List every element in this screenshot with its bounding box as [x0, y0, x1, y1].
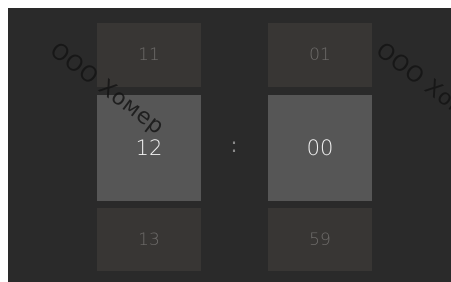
- hour-option-next-label: 13: [138, 229, 160, 250]
- hour-option-selected[interactable]: 12: [97, 95, 201, 201]
- minute-option-next[interactable]: 59: [268, 208, 372, 271]
- hour-option-previous-label: 11: [138, 45, 160, 65]
- minute-option-previous[interactable]: 01: [268, 23, 372, 87]
- time-separator: :: [230, 133, 238, 157]
- hour-option-previous[interactable]: 11: [97, 23, 201, 87]
- minute-option-previous-label: 01: [309, 45, 331, 65]
- minute-option-next-label: 59: [309, 229, 331, 250]
- hour-option-next[interactable]: 13: [97, 208, 201, 271]
- time-picker: 11 12 13 : 01 00 59: [8, 8, 451, 282]
- hour-option-selected-label: 12: [135, 136, 163, 160]
- minute-option-selected[interactable]: 00: [268, 95, 372, 201]
- minute-option-selected-label: 00: [306, 136, 334, 160]
